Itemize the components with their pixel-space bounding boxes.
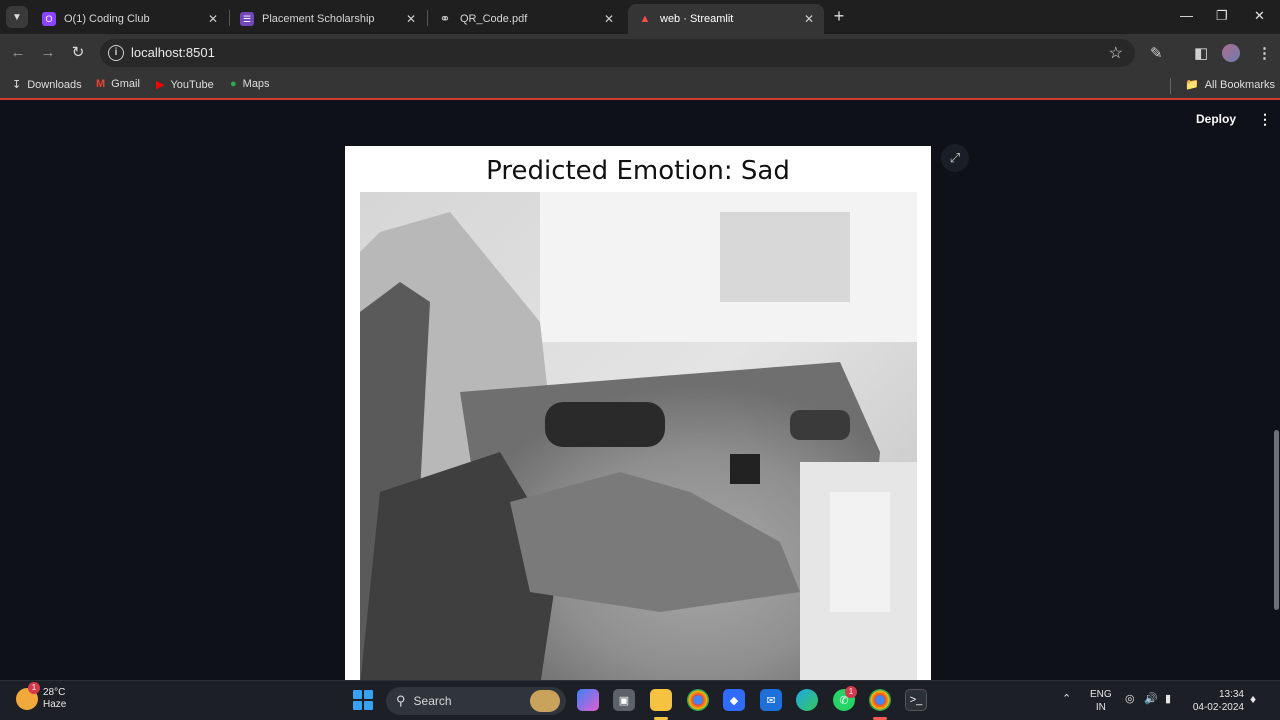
youtube-icon: ▶ — [156, 79, 165, 91]
fullscreen-icon[interactable]: ⤢ — [941, 144, 969, 172]
browser-tab-bar: ▼ O O(1) Coding Club ✕ ☰ Placement Schol… — [0, 0, 1280, 34]
bookmark-downloads[interactable]: ↧ Downloads — [12, 78, 82, 92]
search-label: Search — [413, 694, 452, 708]
windows-taskbar: 1 28°C Haze ⚲ Search ▣ ◆ ✉ ✆ 1 >_ ⌃ ENG … — [0, 680, 1280, 720]
streamlit-icon: ▲ — [639, 13, 651, 25]
close-icon[interactable]: ✕ — [804, 12, 814, 26]
search-icon: ⚲ — [396, 693, 406, 708]
side-panel-icon[interactable]: ◧ — [1194, 44, 1208, 62]
site-info-icon[interactable]: i — [108, 45, 124, 61]
edge-icon[interactable] — [796, 689, 818, 711]
minimize-icon[interactable]: — — [1180, 8, 1193, 23]
tab-title: O(1) Coding Club — [64, 13, 150, 25]
address-bar[interactable]: i localhost:8501 ☆ — [100, 39, 1135, 67]
bookmark-label: YouTube — [170, 78, 214, 91]
extensions-icon[interactable]: ✎ — [1150, 44, 1163, 62]
gmail-icon: M — [96, 78, 106, 90]
coding-club-icon: O — [42, 12, 56, 26]
weather-badge: 1 — [28, 682, 40, 694]
start-button[interactable] — [353, 690, 373, 710]
dropbox-icon[interactable]: ◆ — [723, 689, 745, 711]
taskbar-search[interactable]: ⚲ Search — [386, 687, 566, 715]
tab-title: web · Streamlit — [660, 13, 734, 25]
emotion-figure: Predicted Emotion: Sad — [345, 146, 931, 686]
tab-title: Placement Scholarship — [262, 13, 375, 25]
main-menu-icon[interactable]: ⋮ — [1258, 111, 1272, 128]
window-close-icon[interactable]: ✕ — [1254, 8, 1265, 24]
back-icon[interactable]: ← — [8, 43, 28, 63]
download-icon: ↧ — [12, 79, 22, 91]
all-bookmarks-button[interactable]: 📁 All Bookmarks — [1185, 78, 1275, 92]
all-bookmarks-label: All Bookmarks — [1204, 78, 1275, 91]
close-icon[interactable]: ✕ — [406, 12, 416, 26]
browser-toolbar: ← → ↻ i localhost:8501 ☆ ✎ ◧ ⋮ — [0, 34, 1280, 72]
bookmark-label: Gmail — [111, 78, 140, 90]
deploy-button[interactable]: Deploy — [1196, 112, 1236, 126]
bookmark-label: Maps — [242, 78, 270, 90]
clock-time: 13:34 — [1218, 689, 1244, 700]
chrome-active-icon[interactable] — [869, 689, 891, 711]
network-icon[interactable]: ◎ — [1125, 692, 1135, 705]
search-highlight-icon — [530, 690, 560, 712]
lang-bottom: IN — [1095, 702, 1106, 713]
battery-icon[interactable]: ▮ — [1165, 692, 1171, 705]
tab-coding-club[interactable]: O O(1) Coding Club ✕ — [32, 4, 228, 34]
volume-icon[interactable]: 🔊 — [1144, 692, 1158, 705]
file-explorer-icon[interactable] — [650, 689, 672, 711]
weather-temp: 28°C — [43, 687, 66, 698]
weather-widget[interactable]: 1 28°C Haze — [16, 682, 67, 711]
face-image — [360, 192, 917, 686]
tab-search-button[interactable]: ▼ — [6, 6, 28, 28]
url-text[interactable]: localhost:8501 — [131, 45, 215, 60]
weather-desc: Haze — [43, 699, 67, 710]
weather-icon: 1 — [16, 682, 40, 710]
copilot-icon[interactable] — [577, 689, 599, 711]
profile-avatar[interactable] — [1222, 44, 1240, 62]
restore-icon[interactable]: ❐ — [1216, 8, 1228, 24]
forward-icon[interactable]: → — [38, 43, 58, 63]
lang-top: ENG — [1090, 689, 1112, 700]
bookmark-youtube[interactable]: ▶ YouTube — [156, 78, 214, 92]
chrome-icon[interactable] — [687, 689, 709, 711]
folder-icon: 📁 — [1185, 79, 1199, 91]
task-view-icon[interactable]: ▣ — [613, 689, 635, 711]
terminal-icon[interactable]: >_ — [905, 689, 927, 711]
forms-icon: ☰ — [240, 12, 254, 26]
chrome-menu-icon[interactable]: ⋮ — [1257, 44, 1272, 62]
new-tab-button[interactable]: + — [830, 7, 848, 25]
bookmarks-bar: ↧ Downloads M Gmail ▶ YouTube ● Maps 📁 A… — [0, 72, 1280, 100]
maps-icon: ● — [230, 78, 237, 90]
streamlit-app: Deploy ⋮ Predicted Emotion: Sad ⤢ — [0, 102, 1280, 686]
page-scrollbar[interactable] — [1274, 430, 1279, 610]
globe-icon: ⚭ — [439, 11, 451, 26]
notification-bell-icon[interactable]: ♦ — [1250, 692, 1256, 706]
tray-overflow-icon[interactable]: ⌃ — [1062, 692, 1071, 705]
bookmark-gmail[interactable]: M Gmail — [96, 78, 140, 90]
tab-qr-code[interactable]: ⚭ QR_Code.pdf ✕ — [428, 4, 624, 34]
tab-title: QR_Code.pdf — [460, 13, 528, 25]
bookmark-divider — [1170, 78, 1171, 94]
close-icon[interactable]: ✕ — [208, 12, 218, 26]
bookmark-label: Downloads — [27, 78, 82, 91]
language-indicator[interactable]: ENG IN — [1090, 688, 1112, 714]
figure-title: Predicted Emotion: Sad — [486, 156, 790, 186]
bookmark-maps[interactable]: ● Maps — [230, 78, 270, 90]
mail-icon[interactable]: ✉ — [760, 689, 782, 711]
whatsapp-badge: 1 — [845, 686, 857, 698]
tab-placement-scholarship[interactable]: ☰ Placement Scholarship ✕ — [230, 4, 426, 34]
bookmark-star-icon[interactable]: ☆ — [1109, 43, 1123, 63]
reload-icon[interactable]: ↻ — [68, 43, 88, 63]
tab-streamlit[interactable]: ▲ web · Streamlit ✕ — [628, 4, 824, 34]
close-icon[interactable]: ✕ — [604, 12, 614, 26]
clock-date: 04-02-2024 — [1192, 702, 1244, 713]
clock[interactable]: 13:34 04-02-2024 — [1186, 688, 1244, 714]
